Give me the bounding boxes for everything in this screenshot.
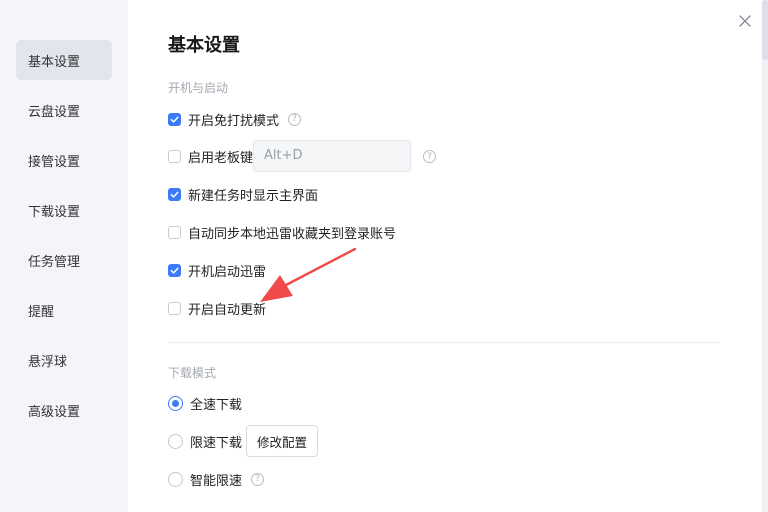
option-label: 自动同步本地迅雷收藏夹到登录账号 [188,226,397,242]
section-divider [168,342,720,343]
checkbox-boss-key[interactable] [168,149,181,163]
sidebar-item-label: 接管设置 [28,154,81,170]
checkbox-sync-favorites[interactable] [168,225,181,239]
scrollbar-thumb[interactable] [762,0,768,60]
option-full-speed[interactable]: 全速下载 [168,393,242,413]
help-icon[interactable]: ? [288,112,302,126]
help-icon[interactable]: ? [251,472,265,486]
checkbox-show-main-on-new-task[interactable] [168,187,181,201]
check-icon [170,267,179,274]
section-label-download-mode: 下载模式 [168,366,217,380]
checkbox-launch-on-boot[interactable] [168,263,181,277]
close-icon[interactable] [737,13,753,29]
option-launch-on-boot[interactable]: 开机启动迅雷 [168,260,266,280]
sidebar-item-label: 下载设置 [28,204,81,220]
help-icon[interactable]: ? [423,150,436,163]
option-boss-key[interactable]: 启用老板键 [168,146,253,166]
option-label: 全速下载 [190,397,243,413]
modify-config-button[interactable]: 修改配置 [246,425,318,457]
sidebar-item-label: 任务管理 [28,254,81,270]
check-icon [170,191,179,198]
sidebar-item-label: 悬浮球 [28,354,68,370]
option-sync-favorites[interactable]: 自动同步本地迅雷收藏夹到登录账号 [168,222,396,242]
option-label: 开机启动迅雷 [188,264,267,280]
option-label: 智能限速 [190,473,243,489]
option-label: 启用老板键 [188,150,254,166]
option-dnd-mode[interactable]: 开启免打扰模式 ? [168,109,302,129]
section-label-startup: 开机与启动 [168,81,229,95]
radio-full-speed[interactable] [168,395,183,411]
sidebar-item-advanced-settings[interactable]: 高级设置 [16,390,112,430]
option-auto-update[interactable]: 开启自动更新 [168,298,266,318]
sidebar-item-label: 提醒 [28,304,55,320]
sidebar-item-reminders[interactable]: 提醒 [16,290,112,330]
sidebar-item-takeover-settings[interactable]: 接管设置 [16,140,112,180]
sidebar-item-basic-settings[interactable]: 基本设置 [16,40,112,80]
sidebar-item-download-settings[interactable]: 下载设置 [16,190,112,230]
option-smart-limit[interactable]: 智能限速 ? [168,469,265,489]
boss-key-hotkey-field[interactable]: Alt+D [253,140,411,172]
sidebar-item-task-management[interactable]: 任务管理 [16,240,112,280]
sidebar-item-label: 基本设置 [28,54,81,70]
option-limited-speed[interactable]: 限速下载 [168,431,242,451]
check-icon [170,116,179,123]
option-show-main-on-new-task[interactable]: 新建任务时显示主界面 [168,184,318,204]
sidebar-item-cloud-settings[interactable]: 云盘设置 [16,90,112,130]
sidebar-item-floating-ball[interactable]: 悬浮球 [16,340,112,380]
option-label: 开启免打扰模式 [188,113,280,129]
sidebar: 基本设置 云盘设置 接管设置 下载设置 任务管理 提醒 悬浮球 高级设置 [0,0,128,512]
option-label: 新建任务时显示主界面 [188,188,319,204]
checkbox-dnd-mode[interactable] [168,112,181,126]
radio-limited-speed[interactable] [168,433,183,449]
scrollbar[interactable] [762,0,768,512]
sidebar-item-label: 高级设置 [28,404,81,420]
option-label: 限速下载 [190,435,243,451]
sidebar-item-label: 云盘设置 [28,104,81,120]
page-title: 基本设置 [168,35,240,56]
checkbox-auto-update[interactable] [168,301,181,315]
radio-smart-limit[interactable] [168,471,183,487]
option-label: 开启自动更新 [188,302,267,318]
